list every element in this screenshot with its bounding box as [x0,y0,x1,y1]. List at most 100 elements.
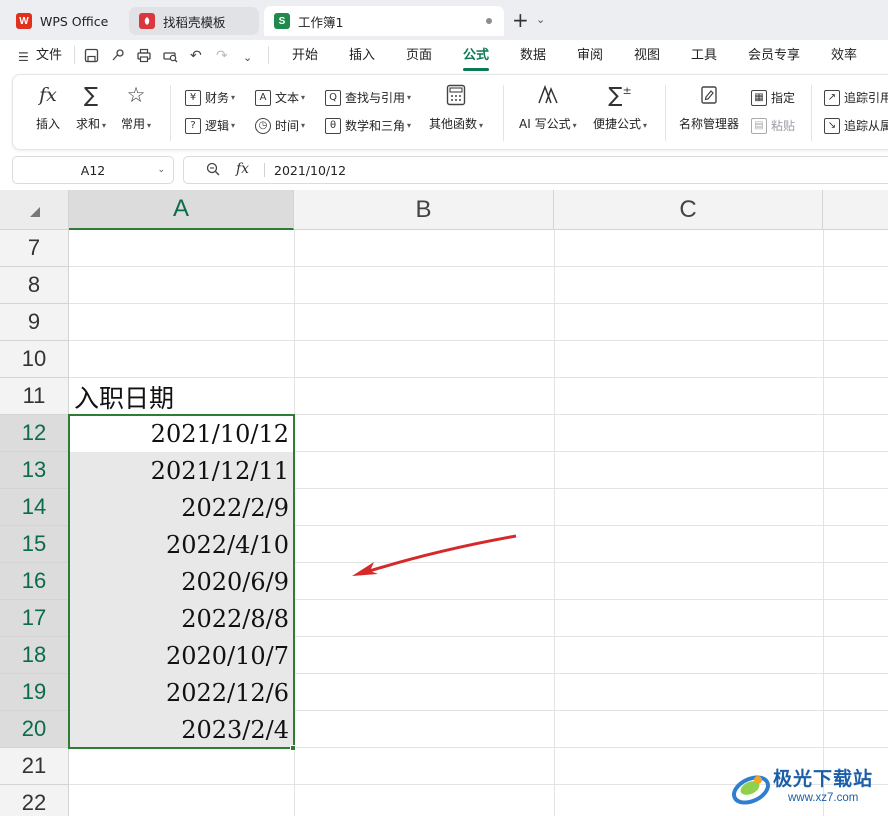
row-header-17[interactable]: 17 [0,600,69,637]
title-bar: W WPS Office 找稻壳模板 S 工作簿1 + ⌄ [0,0,888,40]
row-header-11[interactable]: 11 [0,378,69,415]
menu-tools[interactable]: 工具 [691,48,717,64]
tab-wps-office[interactable]: W WPS Office [6,6,124,36]
logic-icon: ? [185,117,201,134]
formula-bar[interactable]: fx 2021/10/12 [183,156,888,184]
row-header-15[interactable]: 15 [0,526,69,563]
chevron-down-icon[interactable]: ⌄ [243,50,252,66]
text-icon: A [255,89,271,106]
row-header-8[interactable]: 8 [0,267,69,304]
new-tab-button[interactable]: + [512,10,529,30]
trace-dependents-button[interactable]: ↘ 追踪从属 [824,117,888,134]
column-header-a[interactable]: A [69,190,294,230]
row-header-16[interactable]: 16 [0,563,69,600]
tab-docer-templates[interactable]: 找稻壳模板 [129,7,259,35]
quick-formula-button[interactable]: ∑ ± 便捷公式 ▾ [593,81,647,132]
sum-button[interactable]: ∑ 求和 ▾ [76,81,106,132]
fx-icon[interactable]: fx [236,161,249,177]
cell-a17[interactable]: 2022/8/8 [69,600,294,637]
row-header-10[interactable]: 10 [0,341,69,378]
column-header-c[interactable]: C [554,190,823,230]
sum-label: 求和 ▾ [76,117,107,131]
sigma-plus-icon: ∑ ± [608,83,632,107]
fill-handle[interactable] [290,745,296,751]
tab-workbook[interactable]: S 工作簿1 [264,6,504,36]
cell-a15[interactable]: 2022/4/10 [69,526,294,563]
common-label: 常用 ▾ [121,117,152,131]
hamburger-icon[interactable]: ☰ [18,49,29,65]
row-header-14[interactable]: 14 [0,489,69,526]
clock-icon: ◷ [255,117,271,134]
specify-button[interactable]: ▦ 指定 [751,89,795,106]
quick-formula-label: 便捷公式 ▾ [593,117,648,131]
menu-review[interactable]: 审阅 [577,48,603,64]
column-header-d[interactable] [823,190,888,230]
share-icon[interactable] [110,48,125,67]
undo-icon[interactable]: ↶ [190,48,202,64]
star-icon: ☆ [126,83,146,107]
other-functions-button[interactable]: 其他函数 ▾ [429,81,483,132]
row-header-20[interactable]: 20 [0,711,69,748]
math-functions-button[interactable]: θ 数学和三角 ▾ [325,117,411,134]
gridline [69,303,888,304]
text-functions-button[interactable]: A 文本 ▾ [255,89,305,106]
ai-formula-label: AI 写公式 ▾ [519,117,577,131]
cell-a11[interactable]: 入职日期 [69,378,294,415]
common-functions-button[interactable]: ☆ 常用 ▾ [121,81,151,132]
print-preview-icon[interactable] [162,48,178,67]
row-header-21[interactable]: 21 [0,748,69,785]
tab-label: WPS Office [40,13,109,29]
divider [268,46,269,64]
cell-a18[interactable]: 2020/10/7 [69,637,294,674]
menu-page[interactable]: 页面 [406,48,432,64]
cell-a12[interactable]: 2021/10/12 [69,415,294,452]
menu-home[interactable]: 开始 [292,48,318,64]
name-manager-button[interactable]: 名称管理器 [679,81,739,132]
cell-a14[interactable]: 2022/2/9 [69,489,294,526]
menu-formula[interactable]: 公式 [463,48,489,64]
row-header-13[interactable]: 13 [0,452,69,489]
select-all-button[interactable] [0,190,69,230]
row-header-22[interactable]: 22 [0,785,69,816]
row-header-19[interactable]: 19 [0,674,69,711]
row-header-12[interactable]: 12 [0,415,69,452]
cell-a16[interactable]: 2020/6/9 [69,563,294,600]
paste-name-button[interactable]: ▤ 粘贴 [751,117,795,134]
name-manager-label: 名称管理器 [679,117,740,131]
save-icon[interactable] [84,48,99,67]
menu-data[interactable]: 数据 [520,48,546,64]
row-header-7[interactable]: 7 [0,230,69,267]
print-icon[interactable] [136,48,152,67]
column-header-b[interactable]: B [294,190,554,230]
trace-precedents-button[interactable]: ↗ 追踪引用 [824,89,888,106]
file-menu[interactable]: 文件 [36,48,62,64]
redo-icon[interactable]: ↷ [216,48,228,64]
row-header-9[interactable]: 9 [0,304,69,341]
spreadsheet-grid[interactable]: A B C 7 8 9 10 11 12 13 14 15 16 17 18 1… [0,190,888,816]
menu-member[interactable]: 会员专享 [748,48,800,64]
gridline [294,230,295,816]
time-functions-button[interactable]: ◷ 时间 ▾ [255,117,305,134]
name-box[interactable]: A12 ⌄ [12,156,174,184]
tab-label: 找稻壳模板 [163,14,226,30]
cell-a19[interactable]: 2022/12/6 [69,674,294,711]
aurora-logo-icon [732,775,770,805]
formula-input[interactable]: 2021/10/12 [274,163,346,178]
insert-function-button[interactable]: fx 插入 [33,81,63,132]
menu-efficiency[interactable]: 效率 [831,48,857,64]
row-header-18[interactable]: 18 [0,637,69,674]
formula-ribbon: fx 插入 ∑ 求和 ▾ ☆ 常用 ▾ ¥ 财务 ▾ ? 逻辑 ▾ A 文本 ▾ ◷ 时间 ▾ Q查… [12,74,888,150]
finance-functions-button[interactable]: ¥ 财务 ▾ [185,89,235,106]
menu-view[interactable]: 视图 [634,48,660,64]
zoom-icon[interactable] [206,162,220,180]
logic-functions-button[interactable]: ? 逻辑 ▾ [185,117,235,134]
cell-a13[interactable]: 2021/12/11 [69,452,294,489]
gridline [69,340,888,341]
ai-formula-button[interactable]: AI 写公式 ▾ [519,81,577,132]
menu-insert[interactable]: 插入 [349,48,375,64]
lookup-functions-button[interactable]: Q 查找与引用 ▾ [325,89,411,106]
chevron-down-icon[interactable]: ⌄ [157,165,165,175]
menu-bar: ☰ 文件 ↶ ↷ ⌄ 开始 插入 页面 公式 数据 审阅 视图 工具 会员专享 … [0,40,888,72]
chevron-down-icon[interactable]: ⌄ [536,13,545,26]
cell-a20[interactable]: 2023/2/4 [69,711,294,748]
